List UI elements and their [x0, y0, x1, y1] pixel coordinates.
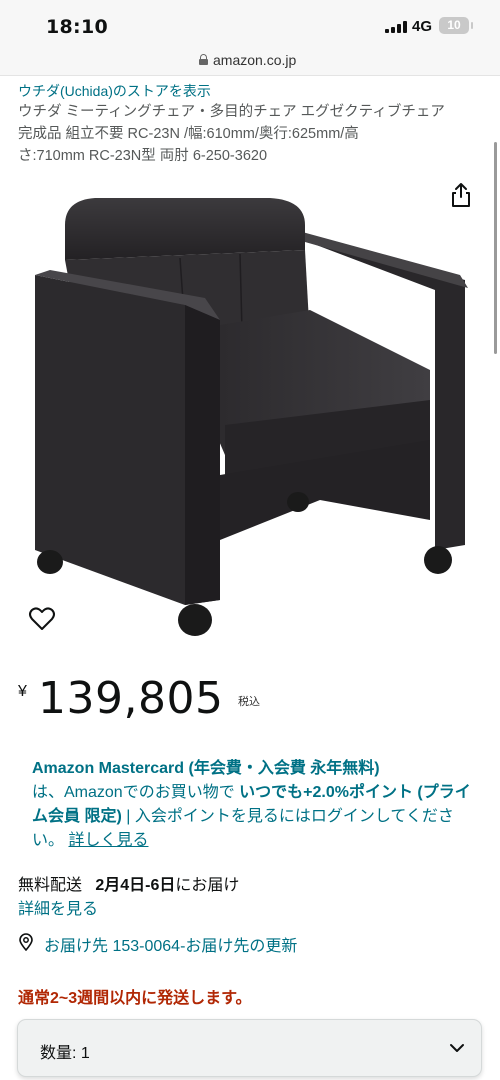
share-icon[interactable]: [449, 182, 473, 208]
delivery-info: 無料配送 2月4日-6日にお届け: [18, 871, 239, 895]
lock-icon: [199, 54, 208, 65]
url-text[interactable]: amazon.co.jp: [213, 52, 296, 68]
promo-more-link[interactable]: 詳しく見る: [68, 832, 148, 849]
product-title-line: ウチダ ミーティングチェア・多目的チェア エグゼクティブチェア: [18, 104, 445, 120]
price-symbol: ¥: [18, 683, 27, 700]
delivery-label: 無料配送: [18, 877, 83, 894]
status-bar: 18:10 4G 10: [0, 0, 500, 44]
location-text[interactable]: お届け先 153-0064-お届け先の更新: [44, 932, 297, 956]
ship-notice: 通常2~3週間以内に発送します。: [18, 990, 252, 1007]
mastercard-promo[interactable]: Amazon Mastercard (年会費・入会費 永年無料) は、Amazo…: [32, 757, 472, 853]
delivery-details-link[interactable]: 詳細を見る: [18, 895, 98, 919]
product-title-line: 完成品 組立不要 RC-23N /幅:610mm/奥行:625mm/高: [18, 126, 359, 142]
product-title: ウチダ ミーティングチェア・多目的チェア エグゼクティブチェア 完成品 組立不要…: [18, 101, 483, 167]
store-link[interactable]: ウチダ(Uchida)のストアを表示: [18, 81, 211, 101]
product-title-line: さ:710mm RC-23N型 両肘 6-250-3620: [18, 148, 268, 164]
scrollbar[interactable]: [494, 142, 497, 354]
battery-icon: 10: [439, 17, 473, 34]
delivery-dates: 2月4日-6日: [95, 877, 176, 894]
price-value: 139,805: [38, 673, 224, 724]
product-image[interactable]: [20, 180, 480, 640]
quantity-select[interactable]: 数量: 1: [17, 1019, 482, 1077]
signal-icon: [385, 21, 407, 33]
url-bar[interactable]: amazon.co.jp: [0, 44, 500, 76]
tax-label: 税込: [238, 696, 260, 708]
network-label: 4G: [412, 18, 433, 35]
status-time: 18:10: [46, 16, 108, 38]
promo-text[interactable]: は、Amazonでのお買い物で: [32, 784, 239, 801]
heart-icon[interactable]: [28, 606, 56, 632]
quantity-label: 数量: 1: [40, 1045, 90, 1062]
pin-icon: [19, 933, 33, 951]
promo-card-name[interactable]: Amazon Mastercard (年会費・入会費 永年無料): [32, 760, 380, 777]
delivery-suffix: にお届け: [175, 877, 240, 894]
chevron-down-icon: [450, 1044, 464, 1052]
